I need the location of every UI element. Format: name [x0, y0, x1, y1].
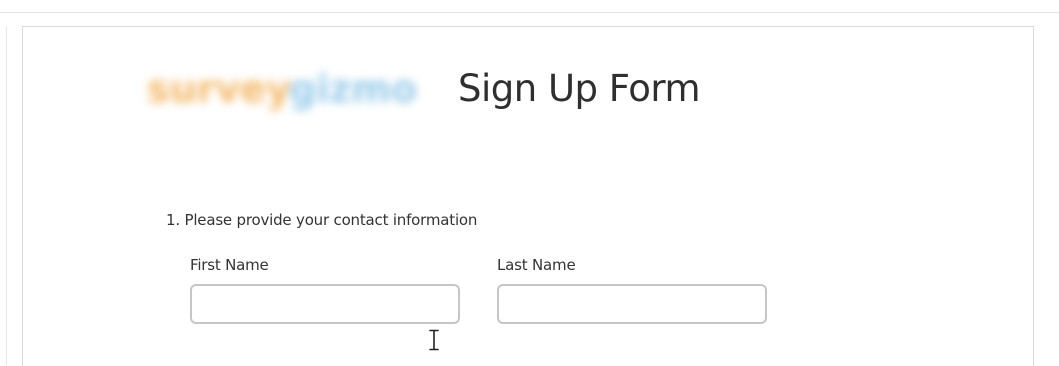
surveygizmo-logo: survey gizmo	[143, 64, 418, 118]
first-name-input[interactable]	[190, 284, 460, 324]
question-label: 1. Please provide your contact informati…	[166, 211, 478, 229]
last-name-label: Last Name	[497, 256, 576, 274]
left-border	[6, 26, 7, 365]
logo-text-survey: survey	[147, 67, 291, 111]
top-divider	[0, 12, 1059, 13]
text-cursor-icon	[428, 329, 440, 351]
page-title: Sign Up Form	[458, 67, 701, 110]
last-name-input[interactable]	[497, 284, 767, 324]
first-name-label: First Name	[190, 256, 269, 274]
logo-text-gizmo: gizmo	[289, 67, 417, 111]
